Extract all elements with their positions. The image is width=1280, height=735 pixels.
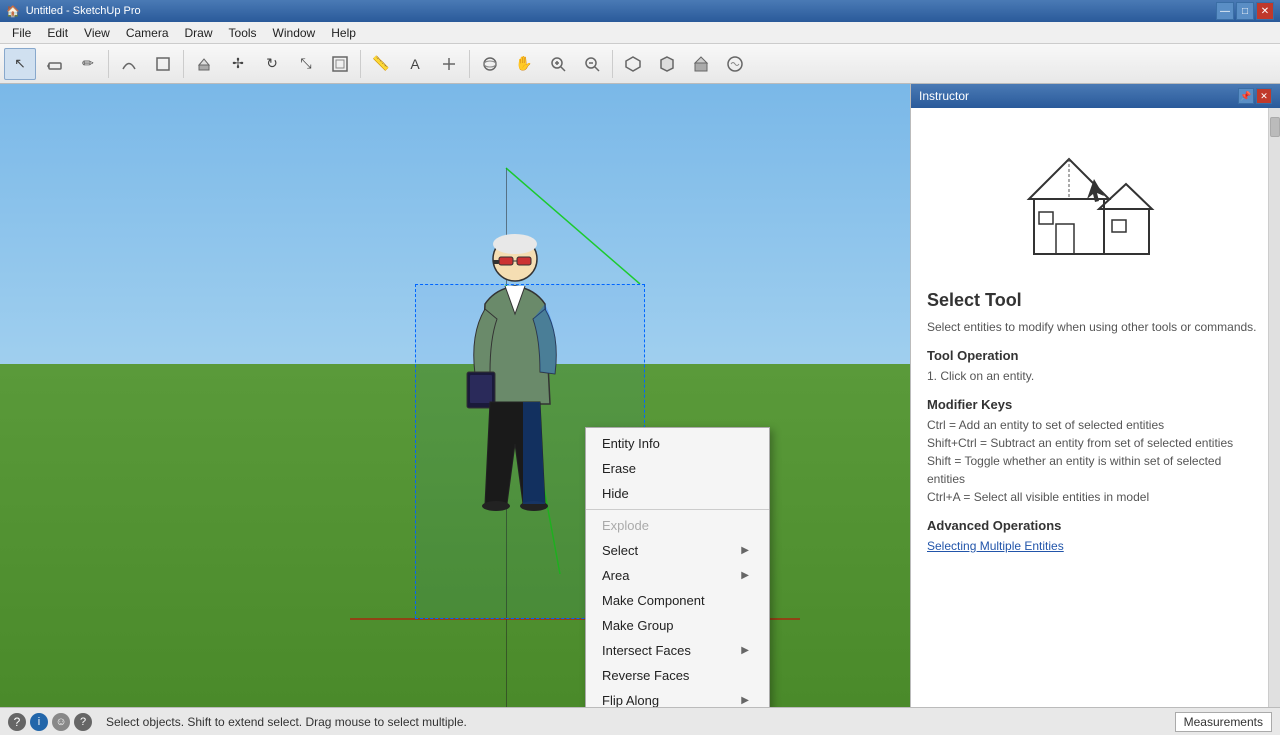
status-icon-help[interactable]: ?	[74, 713, 92, 731]
instructor-operation-title: Tool Operation	[927, 348, 1260, 363]
titlebar-controls: — □ ✕	[1216, 2, 1274, 20]
rotate-tool-button[interactable]: ↻	[256, 48, 288, 80]
instructor-scrollbar[interactable]	[1268, 108, 1280, 707]
instructor-pin-button[interactable]: 📌	[1238, 88, 1254, 104]
statusbar-icons: ? i ☺ ?	[8, 713, 92, 731]
text-tool-button[interactable]: A	[399, 48, 431, 80]
instructor-operation-steps: 1. Click on an entity.	[927, 367, 1260, 385]
menu-draw[interactable]: Draw	[177, 24, 221, 42]
ctx-separator-1	[586, 509, 769, 510]
toolbar-separator-3	[360, 50, 361, 78]
instructor-modifier-title: Modifier Keys	[927, 397, 1260, 412]
instructor-titlebar: Instructor 📌 ✕	[911, 84, 1280, 108]
status-icon-user[interactable]: ☺	[52, 713, 70, 731]
ctx-intersect-arrow: ▶	[741, 645, 749, 656]
ctx-make-component[interactable]: Make Component	[586, 588, 769, 613]
titlebar: 🏠 Untitled - SketchUp Pro — □ ✕	[0, 0, 1280, 22]
menu-tools[interactable]: Tools	[221, 24, 265, 42]
toolbar-separator-4	[469, 50, 470, 78]
house-illustration	[1004, 124, 1184, 274]
instructor-tool-name: Select Tool	[927, 290, 1260, 311]
instructor-title-label: Instructor	[919, 89, 969, 103]
instructor-illustration	[927, 124, 1260, 274]
statusbar: ? i ☺ ? Select objects. Shift to extend …	[0, 707, 1280, 735]
ctx-erase[interactable]: Erase	[586, 456, 769, 481]
ctx-area[interactable]: Area ▶	[586, 563, 769, 588]
ctx-reverse-faces[interactable]: Reverse Faces	[586, 663, 769, 688]
status-icon-info[interactable]: i	[30, 713, 48, 731]
character-figure	[455, 224, 585, 524]
menubar: File Edit View Camera Draw Tools Window …	[0, 22, 1280, 44]
status-icon-question[interactable]: ?	[8, 713, 26, 731]
measurements-box: Measurements	[1175, 712, 1272, 732]
move-tool-button[interactable]: ✢	[222, 48, 254, 80]
components-button-3[interactable]	[685, 48, 717, 80]
measurements-label: Measurements	[1184, 715, 1263, 729]
pencil-tool-button[interactable]: ✏	[72, 48, 104, 80]
menu-camera[interactable]: Camera	[118, 24, 177, 42]
menu-edit[interactable]: Edit	[39, 24, 76, 42]
statusbar-text: Select objects. Shift to extend select. …	[106, 715, 467, 729]
eraser-tool-button[interactable]	[38, 48, 70, 80]
ctx-explode: Explode	[586, 513, 769, 538]
components-button-1[interactable]	[617, 48, 649, 80]
ctx-intersect-faces[interactable]: Intersect Faces ▶	[586, 638, 769, 663]
scroll-thumb[interactable]	[1270, 117, 1280, 137]
ctx-select-arrow: ▶	[741, 545, 749, 556]
menu-file[interactable]: File	[4, 24, 39, 42]
zoom-tool-button[interactable]	[542, 48, 574, 80]
minimize-button[interactable]: —	[1216, 2, 1234, 20]
viewport[interactable]: Entity Info Erase Hide Explode Select ▶ …	[0, 84, 910, 707]
shape-tool-button[interactable]	[147, 48, 179, 80]
zoom-extents-button[interactable]	[576, 48, 608, 80]
ctx-hide[interactable]: Hide	[586, 481, 769, 506]
close-button[interactable]: ✕	[1256, 2, 1274, 20]
menu-view[interactable]: View	[76, 24, 118, 42]
ctx-flip-along[interactable]: Flip Along ▶	[586, 688, 769, 707]
arc-tool-button[interactable]	[113, 48, 145, 80]
instructor-advanced-title: Advanced Operations	[927, 518, 1260, 533]
toolbar-separator-1	[108, 50, 109, 78]
instructor-tool-desc: Select entities to modify when using oth…	[927, 319, 1260, 336]
select-tool-button[interactable]: ↖	[4, 48, 36, 80]
toolbar-separator-2	[183, 50, 184, 78]
ctx-entity-info[interactable]: Entity Info	[586, 431, 769, 456]
titlebar-left: 🏠 Untitled - SketchUp Pro	[6, 5, 141, 18]
orbit-tool-button[interactable]	[474, 48, 506, 80]
app-icon: 🏠	[6, 5, 20, 18]
maximize-button[interactable]: □	[1236, 2, 1254, 20]
main-area: Entity Info Erase Hide Explode Select ▶ …	[0, 84, 1280, 707]
ctx-select[interactable]: Select ▶	[586, 538, 769, 563]
instructor-modifier-keys: Ctrl = Add an entity to set of selected …	[927, 416, 1260, 506]
menu-window[interactable]: Window	[265, 24, 324, 42]
offset-tool-button[interactable]	[324, 48, 356, 80]
instructor-panel: Instructor 📌 ✕	[910, 84, 1280, 707]
components-button-2[interactable]	[651, 48, 683, 80]
menu-help[interactable]: Help	[323, 24, 364, 42]
toolbar: ↖ ✏ ✢ ↻ ⤡ 📏 A ✋	[0, 44, 1280, 84]
instructor-body: Select Tool Select entities to modify wh…	[911, 108, 1280, 707]
ctx-area-arrow: ▶	[741, 570, 749, 581]
toolbar-separator-5	[612, 50, 613, 78]
context-menu: Entity Info Erase Hide Explode Select ▶ …	[585, 427, 770, 707]
instructor-close-button[interactable]: ✕	[1256, 88, 1272, 104]
tape-tool-button[interactable]: 📏	[365, 48, 397, 80]
scale-tool-button[interactable]: ⤡	[290, 48, 322, 80]
instructor-advanced-link: Selecting Multiple Entities	[927, 537, 1260, 555]
axes-tool-button[interactable]	[433, 48, 465, 80]
components-button-4[interactable]	[719, 48, 751, 80]
ctx-make-group[interactable]: Make Group	[586, 613, 769, 638]
app-title: Untitled - SketchUp Pro	[26, 5, 141, 17]
ctx-flip-arrow: ▶	[741, 695, 749, 706]
pan-tool-button[interactable]: ✋	[508, 48, 540, 80]
push-pull-button[interactable]	[188, 48, 220, 80]
